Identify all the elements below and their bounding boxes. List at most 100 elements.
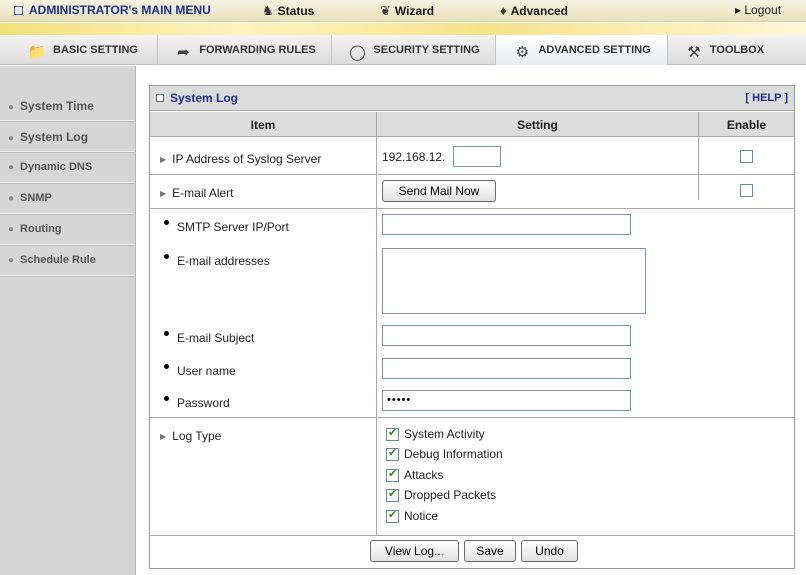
person-icon: ♞: [262, 3, 274, 18]
gear-icon: ⚙: [515, 44, 530, 61]
bullet-icon: [164, 331, 169, 336]
email-alert-enable-checkbox[interactable]: [740, 184, 753, 197]
advanced-link[interactable]: ♦ Advanced: [500, 3, 568, 18]
log-type-label-text: Log Type: [172, 429, 222, 443]
save-button[interactable]: Save: [464, 540, 516, 562]
bullet-icon: ●: [8, 224, 15, 235]
tab-basic-label: BASIC SETTING: [53, 44, 138, 56]
smtp-server-label-text: SMTP Server IP/Port: [177, 220, 289, 234]
sidebar-item-snmp[interactable]: ● SNMP: [0, 183, 135, 214]
sidebar-item-system-time[interactable]: ● System Time: [0, 90, 135, 121]
bullet-icon: ●: [8, 162, 15, 173]
password-input[interactable]: •••••: [382, 390, 631, 411]
help-link[interactable]: [ HELP ]: [745, 92, 788, 104]
row-divider: [150, 417, 794, 418]
email-addresses-label-text: E-mail addresses: [177, 254, 270, 268]
wizard-label: Wizard: [394, 4, 435, 18]
advanced-icon: ♦: [500, 3, 507, 18]
tab-security-label: SECURITY SETTING: [373, 44, 480, 56]
sidebar-item-dynamic-dns[interactable]: ● Dynamic DNS: [0, 152, 135, 183]
debug-information-checkbox[interactable]: [386, 446, 399, 461]
log-type-label: ▶ Log Type: [160, 429, 221, 443]
email-alert-label: ▶ E-mail Alert: [160, 186, 234, 200]
username-input[interactable]: [382, 358, 631, 379]
smtp-server-label: SMTP Server IP/Port: [164, 220, 289, 234]
email-addresses-textarea[interactable]: [382, 248, 646, 314]
tab-toolbox[interactable]: ⚒ TOOLBOX: [668, 35, 780, 65]
bullet-icon: [164, 396, 169, 401]
header-band: [0, 23, 806, 35]
row-divider: [150, 174, 794, 175]
column-divider: [698, 112, 699, 200]
smtp-server-input[interactable]: [382, 214, 631, 235]
settings-tab-bar: 📁 BASIC SETTING ➦ FORWARDING RULES ◯ SECURI…: [0, 35, 806, 65]
tab-security-setting[interactable]: ◯ SECURITY SETTING: [332, 35, 496, 65]
sidebar-item-label: Dynamic DNS: [20, 161, 93, 173]
logout-link[interactable]: ▸ Logout: [735, 3, 781, 17]
status-link[interactable]: ♞ Status: [262, 3, 314, 19]
notice-checkbox[interactable]: [386, 508, 399, 523]
status-label: Status: [277, 4, 315, 18]
sidebar-item-system-log[interactable]: ● System Log: [0, 121, 135, 152]
syslog-ip-last-octet-input[interactable]: [453, 146, 501, 167]
row-divider: [150, 535, 794, 536]
email-subject-label-text: E-mail Subject: [177, 331, 255, 345]
system-activity-label: System Activity: [404, 427, 485, 441]
main-menu-link[interactable]: ADMINISTRATOR's MAIN MENU: [14, 3, 211, 17]
notice-label: Notice: [404, 509, 439, 523]
attacks-label: Attacks: [404, 468, 444, 482]
column-header-setting: Setting: [377, 112, 698, 137]
dropped-packets-checkbox[interactable]: [386, 487, 399, 502]
system-activity-checkbox[interactable]: [386, 426, 399, 441]
send-mail-now-button[interactable]: Send Mail Now: [382, 180, 496, 202]
lock-icon: ◯: [349, 44, 366, 61]
system-log-panel: System Log [ HELP ] Item Setting Enable …: [149, 85, 795, 569]
triangle-right-icon: ▶: [160, 432, 167, 441]
main-menu-label: ADMINISTRATOR's MAIN MENU: [29, 3, 211, 17]
sidebar-item-label: System Log: [20, 130, 89, 144]
tab-forwarding-label: FORWARDING RULES: [199, 44, 316, 56]
sidebar-item-schedule-rule[interactable]: ● Schedule Rule: [0, 245, 135, 276]
email-subject-label: E-mail Subject: [164, 331, 254, 345]
sidebar-item-label: System Time: [20, 99, 94, 113]
advanced-label: Advanced: [510, 4, 568, 18]
view-log-button[interactable]: View Log...: [370, 540, 459, 562]
column-header-enable: Enable: [699, 112, 794, 137]
email-alert-label-text: E-mail Alert: [172, 186, 234, 200]
attacks-checkbox[interactable]: [386, 467, 399, 482]
syslog-server-label-text: IP Address of Syslog Server: [172, 152, 322, 166]
bullet-icon: ●: [8, 133, 15, 144]
row-divider: [150, 208, 794, 209]
syslog-ip-prefix: 192.168.12.: [382, 150, 446, 164]
tab-advanced-setting[interactable]: ⚙ ADVANCED SETTING: [496, 35, 668, 65]
syslog-server-label: ▶ IP Address of Syslog Server: [160, 152, 321, 166]
menu-square-icon: [14, 6, 23, 15]
username-label: User name: [164, 364, 236, 378]
email-subject-input[interactable]: [382, 325, 631, 346]
sidebar-item-label: Schedule Rule: [20, 254, 96, 266]
sidebar-item-label: SNMP: [20, 192, 52, 204]
debug-information-label: Debug Information: [404, 447, 503, 461]
square-icon: [156, 94, 164, 102]
bullet-icon: [164, 254, 169, 259]
wizard-link[interactable]: ❦ Wizard: [380, 3, 434, 19]
tab-basic-setting[interactable]: 📁 BASIC SETTING: [8, 35, 158, 65]
tab-toolbox-label: TOOLBOX: [709, 44, 765, 56]
router-admin-page: ADMINISTRATOR's MAIN MENU ♞ Status ❦ Wizar…: [0, 0, 806, 575]
sidebar-item-label: Routing: [20, 223, 62, 235]
column-header-item: Item: [150, 112, 376, 137]
sidebar: ● System Time ● System Log ● Dynamic DNS ● S…: [0, 66, 136, 575]
panel-title-text: System Log: [170, 91, 239, 105]
panel-title: System Log: [156, 91, 238, 105]
undo-button[interactable]: Undo: [521, 540, 578, 562]
email-addresses-label: E-mail addresses: [164, 254, 270, 268]
password-label: Password: [164, 396, 230, 410]
triangle-right-icon: ▶: [160, 189, 167, 198]
tab-forwarding-rules[interactable]: ➦ FORWARDING RULES: [158, 35, 332, 65]
top-menu-bar: ADMINISTRATOR's MAIN MENU ♞ Status ❦ Wizar…: [0, 0, 806, 22]
syslog-enable-checkbox[interactable]: [740, 150, 753, 163]
sidebar-item-routing[interactable]: ● Routing: [0, 214, 135, 245]
username-label-text: User name: [177, 364, 236, 378]
bullet-icon: ●: [8, 193, 15, 204]
bullet-icon: ●: [8, 102, 15, 113]
